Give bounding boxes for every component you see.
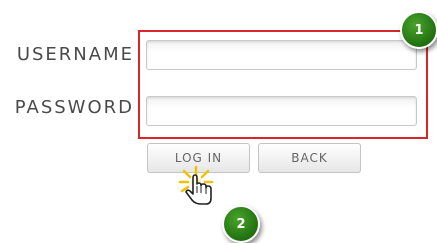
step-1-badge: 1 bbox=[400, 11, 437, 49]
username-input[interactable] bbox=[146, 40, 417, 70]
back-button[interactable]: BACK bbox=[258, 143, 361, 173]
username-label: USERNAME bbox=[16, 44, 134, 65]
hand-pointer-icon bbox=[174, 163, 220, 209]
step-2-badge: 2 bbox=[222, 205, 260, 243]
password-label: PASSWORD bbox=[14, 97, 134, 118]
password-input[interactable] bbox=[146, 96, 417, 126]
